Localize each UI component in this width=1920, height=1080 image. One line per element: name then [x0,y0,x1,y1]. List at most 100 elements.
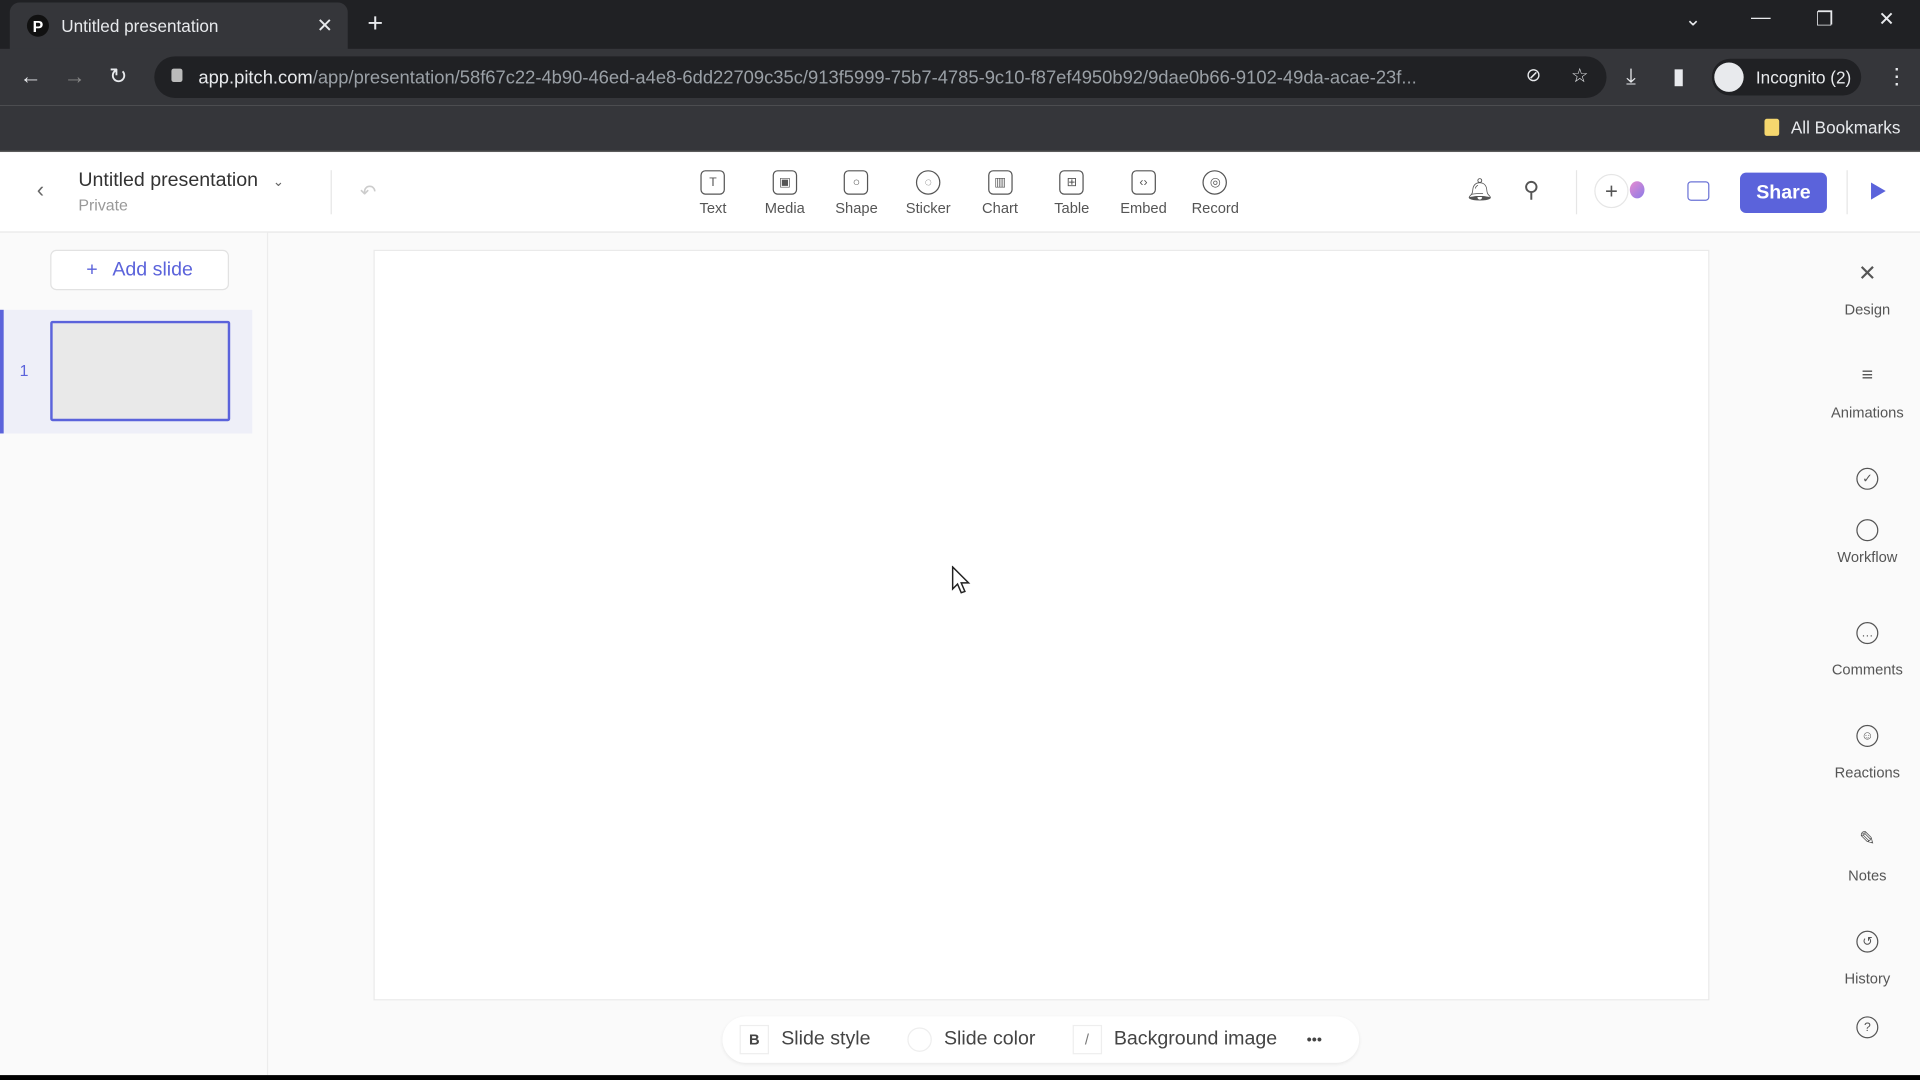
shape-icon: ○ [844,170,869,195]
close-tab-icon[interactable]: ✕ [317,13,333,37]
slide-style-icon: B [739,1024,769,1055]
tool-record[interactable]: ◎ Record [1179,170,1251,217]
folder-icon [1763,118,1779,136]
close-window-icon[interactable]: ✕ [1878,7,1894,31]
tool-embed[interactable]: ‹› Embed [1108,170,1180,217]
tool-sticker[interactable]: ◌ Sticker [892,170,964,217]
tool-table[interactable]: ⊞ Table [1036,170,1108,217]
bookmarks-bar: All Bookmarks [0,105,1920,152]
back-chevron-icon[interactable]: ‹ [37,178,44,204]
invite-plus-button[interactable]: + [1594,173,1629,209]
tool-chart[interactable]: ▥ Chart [964,170,1036,217]
right-panel: ✕ Design ≡ Animations ✓ Workflow … Comments … [1815,233,1920,1075]
panel-design[interactable]: ✕ Design [1815,260,1920,319]
tool-label: Sticker [905,199,951,217]
panel-label: Notes [1848,866,1887,885]
url-host: app.pitch.com [198,66,313,88]
design-icon: ✕ [1858,260,1877,285]
tool-label: Chart [982,199,1018,217]
url-path: /app/presentation/58f67c22-4b90-46ed-a4e… [312,66,1417,88]
history-icon: ↺ [1856,930,1879,953]
tool-label: Embed [1120,199,1167,217]
title-text: Untitled presentation [78,170,259,192]
tool-shape[interactable]: ○ Shape [821,170,893,217]
app-header: ‹ Untitled presentation ⌄ Private ↶ T Text… [0,153,1920,233]
no-image-icon: / [1072,1024,1102,1055]
slide-style-label: Slide style [781,1028,871,1050]
color-swatch-icon [907,1027,932,1052]
browser-tab[interactable]: P Untitled presentation ✕ [9,2,348,49]
notes-icon: ✎ [1859,828,1876,850]
text-icon: T [700,170,726,195]
search-icon[interactable]: ⚲ [1523,178,1539,204]
media-icon: ▣ [772,170,798,195]
slide-color-label: Slide color [943,1028,1036,1050]
minimize-icon[interactable]: — [1751,7,1771,29]
panel-reactions[interactable]: ☺ Reactions [1815,724,1920,782]
side-panel-icon[interactable]: ▮ [1673,64,1685,90]
panel-label: Reactions [1834,764,1901,782]
embed-icon: ‹› [1131,170,1156,195]
comment-icon: … [1856,622,1879,645]
panel-label: Design [1844,301,1891,319]
new-tab-icon[interactable]: + [367,7,383,39]
restore-icon[interactable]: ❐ [1816,7,1834,31]
share-button[interactable]: Share [1740,172,1827,214]
pitch-favicon-icon: P [26,14,49,37]
panel-history[interactable]: ↺ History [1815,930,1920,987]
browser-tab-bar: P Untitled presentation ✕ + ⌄ — ❐ ✕ [0,0,1920,49]
collaborator-avatar[interactable] [1629,181,1645,199]
panel-label: Animations [1830,404,1904,422]
panel-workflow[interactable]: ✓ Workflow [1815,467,1920,566]
divider [1846,170,1848,215]
add-slide-label: Add slide [112,258,193,280]
chevron-down-icon[interactable]: ⌄ [273,175,284,190]
back-icon[interactable]: ← [20,64,42,90]
panel-label: Comments [1831,661,1903,679]
bookmark-star-icon[interactable]: ☆ [1571,64,1589,88]
play-icon[interactable] [1871,182,1886,200]
tracking-eye-icon[interactable]: ⊘ [1526,64,1541,86]
download-icon[interactable]: ⤓ [1626,64,1636,90]
insert-toolbar: T Text ▣ Media ○ Shape ◌ Sticker ▥ Chart ⊞ Tab… [677,170,1251,217]
smiley-icon: ☺ [1856,724,1879,747]
panel-notes[interactable]: ✎ Notes [1815,828,1920,884]
plus-icon: + [86,258,98,280]
slide-canvas[interactable] [373,249,1710,1001]
tab-search-icon[interactable]: ⌄ [1685,7,1701,31]
all-bookmarks[interactable]: All Bookmarks [1763,117,1901,138]
undo-icon[interactable]: ↶ [360,180,376,204]
animations-icon: ≡ [1861,364,1874,386]
sticker-icon: ◌ [916,170,941,195]
slide-thumbnail-row[interactable]: 1 [0,309,253,434]
menu-icon[interactable]: ⋮ [1886,64,1908,90]
slide-number: 1 [19,361,29,380]
slide-thumbnail[interactable] [50,320,231,422]
address-bar[interactable]: app.pitch.com/app/presentation/58f67c22-… [154,56,1607,98]
more-options-icon[interactable]: ••• [1307,1031,1322,1048]
help-icon: ? [1856,1016,1879,1039]
reload-icon[interactable]: ↻ [109,64,127,90]
help-button[interactable]: ? [1815,1016,1920,1055]
user-circle-icon [1856,519,1879,542]
background-image-button[interactable]: / Background image [1072,1024,1278,1055]
slide-color-button[interactable]: Slide color [907,1027,1036,1052]
bell-icon[interactable]: 🔔︎ [1466,178,1494,204]
background-image-label: Background image [1113,1028,1278,1050]
tool-media[interactable]: ▣ Media [749,170,821,217]
tool-text[interactable]: T Text [677,170,749,217]
tool-label: Table [1054,199,1090,217]
tab-title: Untitled presentation [61,15,219,36]
forward-icon[interactable]: → [64,64,86,90]
analytics-icon[interactable] [1687,181,1710,201]
add-slide-button[interactable]: + Add slide [50,249,229,291]
record-icon: ◎ [1203,170,1228,195]
incognito-icon [1714,62,1744,92]
bookmarks-label: All Bookmarks [1790,117,1901,138]
panel-animations[interactable]: ≡ Animations [1815,365,1920,421]
incognito-profile[interactable]: Incognito (2) [1711,58,1862,96]
panel-comments[interactable]: … Comments [1815,622,1920,678]
slide-style-button[interactable]: B Slide style [739,1024,871,1055]
tool-label: Shape [835,199,878,217]
presentation-title[interactable]: Untitled presentation ⌄ [78,170,284,192]
